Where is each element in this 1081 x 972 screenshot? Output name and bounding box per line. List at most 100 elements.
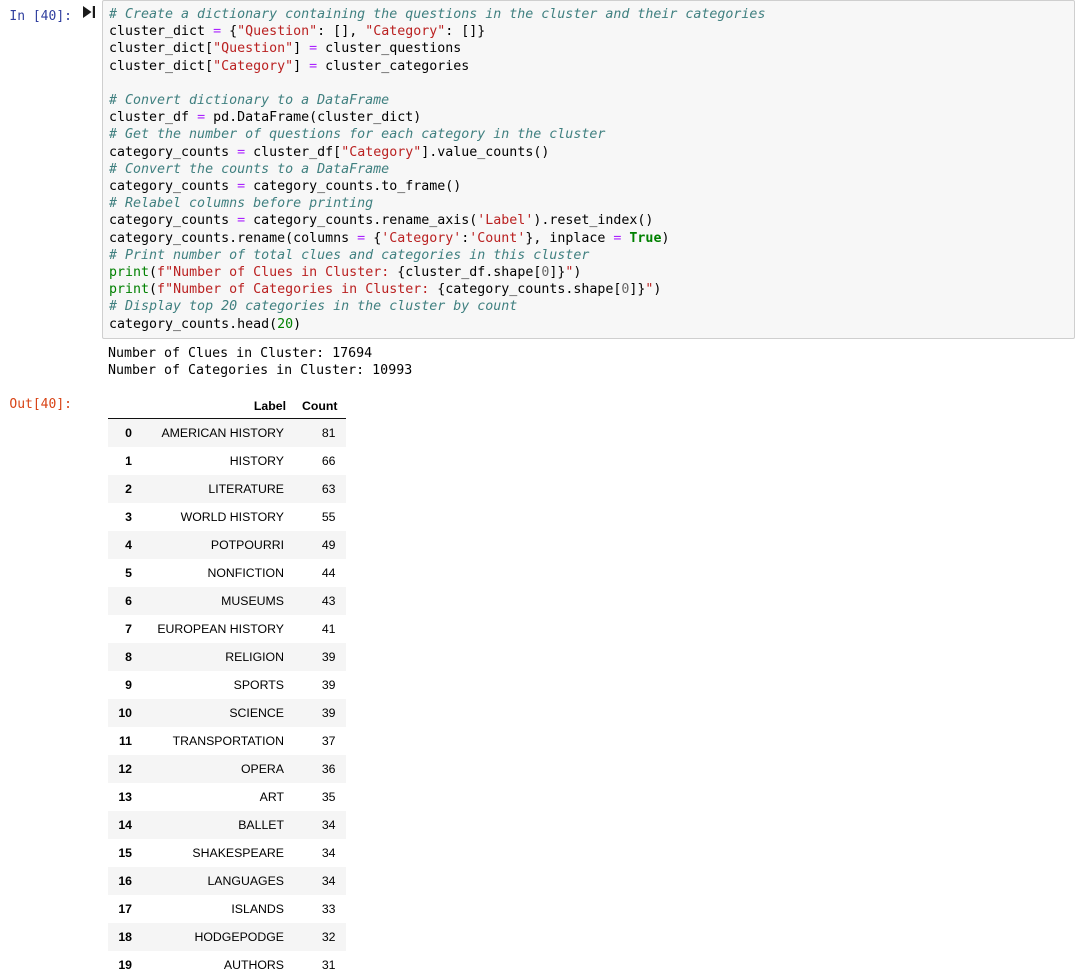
code-line: category_counts.head(20): [109, 316, 302, 332]
cell-label: OPERA: [240, 761, 284, 776]
cell-label: LITERATURE: [208, 481, 284, 496]
cell-count: 37: [321, 733, 336, 748]
cell-count: 34: [321, 845, 336, 860]
row-index-cell: 11: [119, 733, 132, 748]
notebook-cell-container: In [40]: # Create a dictionary containin…: [0, 0, 1081, 972]
cell-label: ISLANDS: [231, 901, 284, 916]
code-line: category_counts = category_counts.to_fra…: [109, 179, 462, 195]
table-row: 11 TRANSPORTATION 37: [108, 726, 346, 755]
cell-label: MUSEUMS: [221, 593, 284, 608]
cell-count: 39: [321, 649, 336, 664]
code-line-comment: # Relabel columns before printing: [109, 196, 374, 212]
table-row: 19 AUTHORS 31: [108, 950, 346, 972]
code-line-comment: # Print number of total clues and catego…: [109, 247, 590, 263]
row-index-cell: 4: [125, 537, 132, 552]
cell-count: 55: [321, 509, 336, 524]
cell-count: 41: [321, 621, 336, 636]
row-index-cell: 10: [118, 705, 132, 720]
cell-label: TRANSPORTATION: [172, 733, 284, 748]
row-index-cell: 2: [125, 481, 132, 496]
table-row: 7 EUROPEAN HISTORY 41: [108, 614, 346, 643]
table-row: 17 ISLANDS 33: [108, 894, 346, 923]
row-index-cell: 1: [125, 453, 132, 468]
row-index-cell: 19: [118, 957, 132, 972]
source-code[interactable]: # Create a dictionary containing the que…: [109, 6, 1070, 333]
cell-label: SCIENCE: [229, 705, 284, 720]
code-line-comment: # Convert the counts to a DataFrame: [109, 161, 390, 177]
table-row: 5 NONFICTION 44: [108, 558, 346, 587]
table-row: 2 LITERATURE 63: [108, 474, 346, 503]
row-index-cell: 7: [125, 621, 132, 636]
table-row: 10 SCIENCE 39: [108, 698, 346, 727]
code-input-area[interactable]: # Create a dictionary containing the que…: [102, 0, 1075, 339]
code-line: category_counts = cluster_df["Category"]…: [109, 144, 550, 160]
cell-count: 35: [321, 789, 336, 804]
cell-count: 81: [321, 425, 336, 440]
stdout-text: Number of Clues in Cluster: 17694 Number…: [108, 345, 413, 379]
play-bar-icon[interactable]: [82, 5, 96, 19]
cell-label: WORLD HISTORY: [180, 509, 284, 524]
cell-label: HODGEPODGE: [194, 929, 284, 944]
row-index-cell: 8: [125, 649, 132, 664]
table-row: 3 WORLD HISTORY 55: [108, 502, 346, 531]
code-line-comment: # Convert dictionary to a DataFrame: [109, 93, 390, 109]
cell-label: AMERICAN HISTORY: [161, 425, 284, 440]
code-editor[interactable]: # Create a dictionary containing the que…: [102, 0, 1075, 339]
cell-count: 39: [321, 705, 336, 720]
code-line-comment: # Create a dictionary containing the que…: [109, 7, 766, 22]
cell-count: 39: [321, 677, 336, 692]
column-header-label: Label: [142, 395, 294, 419]
cell-count: 49: [321, 537, 336, 552]
table-row: 13 ART 35: [108, 782, 346, 811]
cell-label: AUTHORS: [223, 957, 284, 972]
table-row: 0 AMERICAN HISTORY 81: [108, 418, 346, 447]
row-index-cell: 14: [118, 817, 132, 832]
input-prompt: In [40]:: [9, 9, 72, 24]
cell-count: 31: [321, 957, 336, 972]
table-row: 18 HODGEPODGE 32: [108, 922, 346, 951]
stdout-prompt-spacer: [0, 339, 76, 364]
table-row: 1 HISTORY 66: [108, 446, 346, 475]
column-header-count: Count: [294, 395, 346, 419]
output-row: Out[40]: Label Count 0 AMERICAN HISTORY 81…: [0, 395, 1081, 972]
cell-label: ART: [259, 789, 284, 804]
code-line: category_counts = category_counts.rename…: [109, 213, 654, 229]
cell-label: HISTORY: [229, 453, 284, 468]
row-index-cell: 6: [125, 593, 132, 608]
row-index-cell: 12: [118, 761, 132, 776]
table-row: 9 SPORTS 39: [108, 670, 346, 699]
table-row: 15 SHAKESPEARE 34: [108, 838, 346, 867]
cell-count: 43: [321, 593, 336, 608]
table-row: 4 POTPOURRI 49: [108, 530, 346, 559]
row-index-cell: 0: [125, 425, 132, 440]
row-index-cell: 17: [118, 901, 132, 916]
row-index-cell: 15: [118, 845, 132, 860]
table-body: 0 AMERICAN HISTORY 81 1 HISTORY 66 2 LITERATURE…: [108, 418, 346, 972]
cell-gutter: [76, 0, 102, 19]
row-index-cell: 18: [118, 929, 132, 944]
code-line: category_counts.rename(columns = {'Categ…: [109, 230, 670, 246]
row-index-cell: 3: [125, 509, 132, 524]
table-row: 16 LANGUAGES 34: [108, 866, 346, 895]
code-line: print(f"Number of Clues in Cluster: {clu…: [109, 265, 582, 281]
cell-label: POTPOURRI: [210, 537, 284, 552]
cell-count: 33: [321, 901, 336, 916]
code-line: cluster_dict["Question"] = cluster_quest…: [109, 41, 462, 57]
cell-label: EUROPEAN HISTORY: [157, 621, 284, 636]
dataframe-output: Label Count 0 AMERICAN HISTORY 81 1 HISTORY 6…: [102, 395, 346, 972]
table-head: Label Count: [108, 395, 346, 419]
cell-count: 66: [321, 453, 336, 468]
cell-label: LANGUAGES: [207, 873, 284, 888]
table-row: 12 OPERA 36: [108, 754, 346, 783]
dataframe-table: Label Count 0 AMERICAN HISTORY 81 1 HISTORY 6…: [108, 395, 346, 972]
cell-label: SHAKESPEARE: [192, 845, 284, 860]
code-line: cluster_dict["Category"] = cluster_categ…: [109, 58, 470, 74]
cell-label: NONFICTION: [207, 565, 284, 580]
code-line-comment: # Display top 20 categories in the clust…: [109, 299, 518, 315]
code-line-comment: # Get the number of questions for each c…: [109, 127, 606, 143]
cell-count: 32: [321, 929, 336, 944]
output-prompt: Out[40]:: [9, 396, 72, 412]
code-line: cluster_df = pd.DataFrame(cluster_dict): [109, 110, 422, 126]
output-gutter-spacer: [76, 396, 102, 401]
row-index-cell: 13: [118, 789, 132, 804]
